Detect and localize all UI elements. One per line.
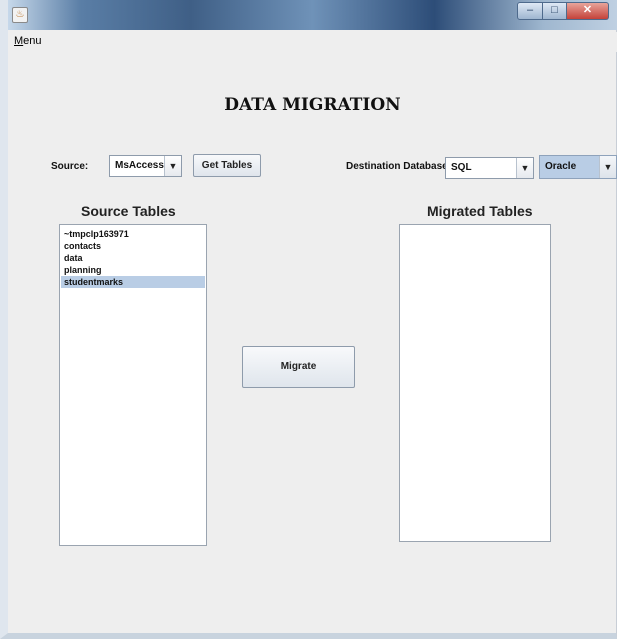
menu-item-menu[interactable]: Menu bbox=[14, 35, 42, 47]
source-label: Source: bbox=[51, 161, 89, 172]
list-item[interactable]: ~tmpclp163971 bbox=[61, 228, 205, 240]
migrated-tables-list[interactable] bbox=[399, 224, 551, 542]
source-select[interactable]: MsAccess ▼ bbox=[109, 155, 182, 177]
page-title: DATA MIGRATION bbox=[224, 95, 401, 115]
destination-label: Destination Database: bbox=[346, 161, 452, 172]
migrate-button[interactable]: Migrate bbox=[242, 346, 355, 388]
list-item[interactable]: data bbox=[61, 252, 205, 264]
get-tables-button[interactable]: Get Tables bbox=[193, 154, 261, 177]
title-bar[interactable]: ♨ – □ ✕ bbox=[8, 0, 617, 30]
destination-select-oracle-value: Oracle bbox=[545, 161, 577, 172]
list-item[interactable]: contacts bbox=[61, 240, 205, 252]
list-item[interactable]: planning bbox=[61, 264, 205, 276]
chevron-down-icon[interactable]: ▼ bbox=[164, 156, 181, 176]
close-icon: ✕ bbox=[582, 4, 593, 16]
chevron-down-icon[interactable]: ▼ bbox=[599, 156, 616, 178]
source-tables-items: ~tmpclp163971 contacts data planning student… bbox=[61, 228, 205, 288]
app-window: ♨ – □ ✕ Menu DATA MIGRATION Source: MsAc… bbox=[0, 0, 617, 639]
source-tables-heading: Source Tables bbox=[81, 203, 176, 219]
source-tables-list[interactable]: ~tmpclp163971 contacts data planning student… bbox=[59, 224, 207, 546]
close-button[interactable]: ✕ bbox=[567, 2, 609, 20]
list-item[interactable]: studentmarks bbox=[61, 276, 205, 288]
menu-bar: Menu bbox=[8, 32, 617, 52]
maximize-icon: □ bbox=[551, 4, 558, 16]
minimize-icon: – bbox=[526, 4, 534, 16]
destination-select-sql[interactable]: SQL ▼ bbox=[445, 157, 534, 179]
destination-select-oracle[interactable]: Oracle ▼ bbox=[539, 155, 617, 179]
menu-mnemonic: M bbox=[14, 35, 24, 47]
migrated-tables-heading: Migrated Tables bbox=[427, 203, 533, 219]
maximize-button[interactable]: □ bbox=[543, 2, 567, 20]
chevron-down-icon[interactable]: ▼ bbox=[516, 158, 533, 178]
menu-label-rest: enu bbox=[23, 35, 42, 47]
java-cup-icon: ♨ bbox=[12, 7, 28, 23]
minimize-button[interactable]: – bbox=[517, 2, 543, 20]
destination-select-sql-value: SQL bbox=[451, 162, 472, 173]
window-controls: – □ ✕ bbox=[517, 2, 609, 20]
source-select-value: MsAccess bbox=[115, 160, 164, 171]
